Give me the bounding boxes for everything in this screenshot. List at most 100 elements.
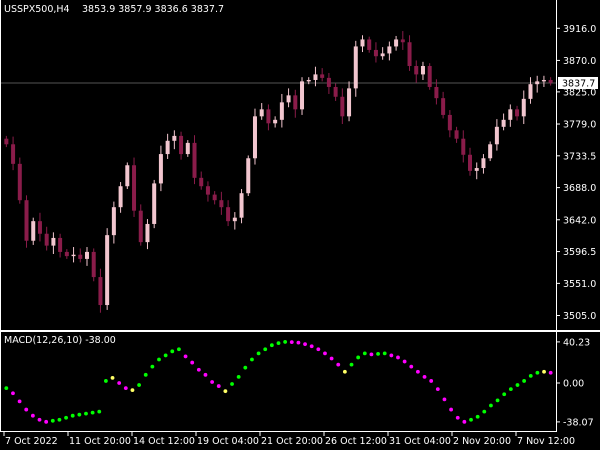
macd-dot (143, 372, 148, 377)
chart-window[interactable]: USSPX500,H4 3853.9 3857.9 3836.6 3837.7 … (0, 0, 600, 450)
macd-dot (323, 351, 327, 356)
macd-dot (183, 354, 188, 359)
macd-dot (369, 352, 374, 357)
candle-body (541, 79, 546, 82)
candle-body (179, 135, 184, 155)
candle-body (481, 158, 486, 169)
candle-body (293, 95, 298, 110)
macd-dot (44, 419, 49, 424)
macd-dot (542, 369, 546, 374)
candle-body (51, 237, 56, 246)
candle-body (340, 96, 345, 117)
candle-body (300, 81, 305, 110)
time-tick-label: 26 Oct 12:00 (325, 436, 387, 447)
macd-dot (502, 392, 507, 397)
time-tick-label: 19 Oct 04:00 (197, 436, 259, 447)
macd-dot (515, 383, 520, 387)
candle-body (132, 165, 137, 211)
time-tick-label: 31 Oct 04:00 (389, 436, 451, 447)
candle-body (333, 86, 338, 97)
symbol-label: USSPX500,H4 (4, 4, 70, 15)
candle-body (508, 109, 513, 120)
macd-dot (535, 370, 540, 375)
price-tick-label: 3505.0 (563, 311, 596, 322)
macd-dot (243, 365, 248, 370)
candle-body (105, 235, 110, 306)
candle-body (380, 53, 385, 57)
macd-dot (163, 353, 168, 358)
macd-dot (11, 391, 15, 396)
candle-body (347, 88, 352, 117)
macd-dot (230, 382, 234, 386)
candle-body (152, 183, 157, 224)
macd-dot (123, 386, 128, 391)
candle-body (407, 42, 412, 67)
candle-body (145, 223, 150, 243)
time-tick-label: 2 Nov 20:00 (453, 436, 511, 447)
ohlc-label: 3853.9 3857.9 3836.6 3837.7 (82, 4, 224, 15)
macd-dot (190, 360, 195, 365)
macd-dot (17, 399, 22, 404)
macd-dot (256, 351, 261, 356)
candle-body (521, 98, 526, 117)
macd-dot (70, 413, 75, 418)
macd-dot (309, 344, 314, 349)
macd-dot (528, 373, 533, 378)
candle-body (91, 251, 96, 278)
macd-dot (137, 383, 141, 387)
chart-canvas[interactable]: USSPX500,H4 3853.9 3857.9 3836.6 3837.7 … (0, 0, 600, 450)
candle-body (125, 165, 130, 187)
candle-body (11, 144, 16, 164)
macd-dot (402, 359, 407, 364)
macd-dot (482, 409, 487, 414)
candle-body (273, 119, 278, 124)
candle-body (367, 39, 372, 50)
macd-tick-label: -38.07 (563, 417, 594, 428)
candle-body (420, 66, 425, 75)
candle-body (266, 109, 271, 124)
macd-dot (236, 374, 241, 379)
candle-body (468, 154, 473, 171)
macd-dot (117, 381, 122, 385)
macd-dot (349, 362, 354, 367)
candle-body (24, 200, 29, 241)
candle-body (78, 254, 83, 259)
macd-label: MACD(12,26,10) -38.00 (4, 335, 116, 346)
macd-dot (157, 357, 161, 362)
macd-dot (210, 380, 215, 384)
macd-dot (269, 343, 274, 348)
candle-body (138, 210, 143, 243)
candle-body (71, 254, 76, 257)
candle-body (199, 177, 204, 187)
macd-dot (435, 387, 440, 392)
candle-body (501, 119, 506, 127)
candle-body (360, 39, 365, 47)
candle-body (158, 154, 163, 184)
candle-body (535, 81, 540, 85)
candle-body (239, 193, 244, 218)
macd-dot (177, 347, 181, 352)
candle-body (219, 200, 224, 208)
candle-body (192, 142, 197, 178)
macd-dot (422, 374, 427, 379)
macd-dot (50, 418, 55, 423)
price-tick-label: 3733.5 (563, 151, 596, 162)
candle-body (488, 144, 493, 159)
macd-dot (77, 412, 82, 417)
macd-dot (203, 372, 208, 377)
macd-dot (90, 410, 95, 415)
candle-body (58, 237, 63, 252)
macd-dot (336, 362, 341, 367)
macd-dot (316, 347, 321, 352)
macd-dot (263, 347, 268, 352)
time-tick-label: 7 Nov 12:00 (517, 436, 575, 447)
macd-dot (495, 398, 500, 403)
candle-body (548, 79, 553, 83)
price-tick-label: 3596.5 (563, 247, 596, 258)
candle-body (17, 163, 22, 201)
candle-body (185, 142, 190, 155)
candle-body (326, 77, 331, 87)
macd-dot (489, 403, 493, 408)
candle-body (31, 221, 36, 241)
price-tick-label: 3779.0 (563, 120, 596, 131)
